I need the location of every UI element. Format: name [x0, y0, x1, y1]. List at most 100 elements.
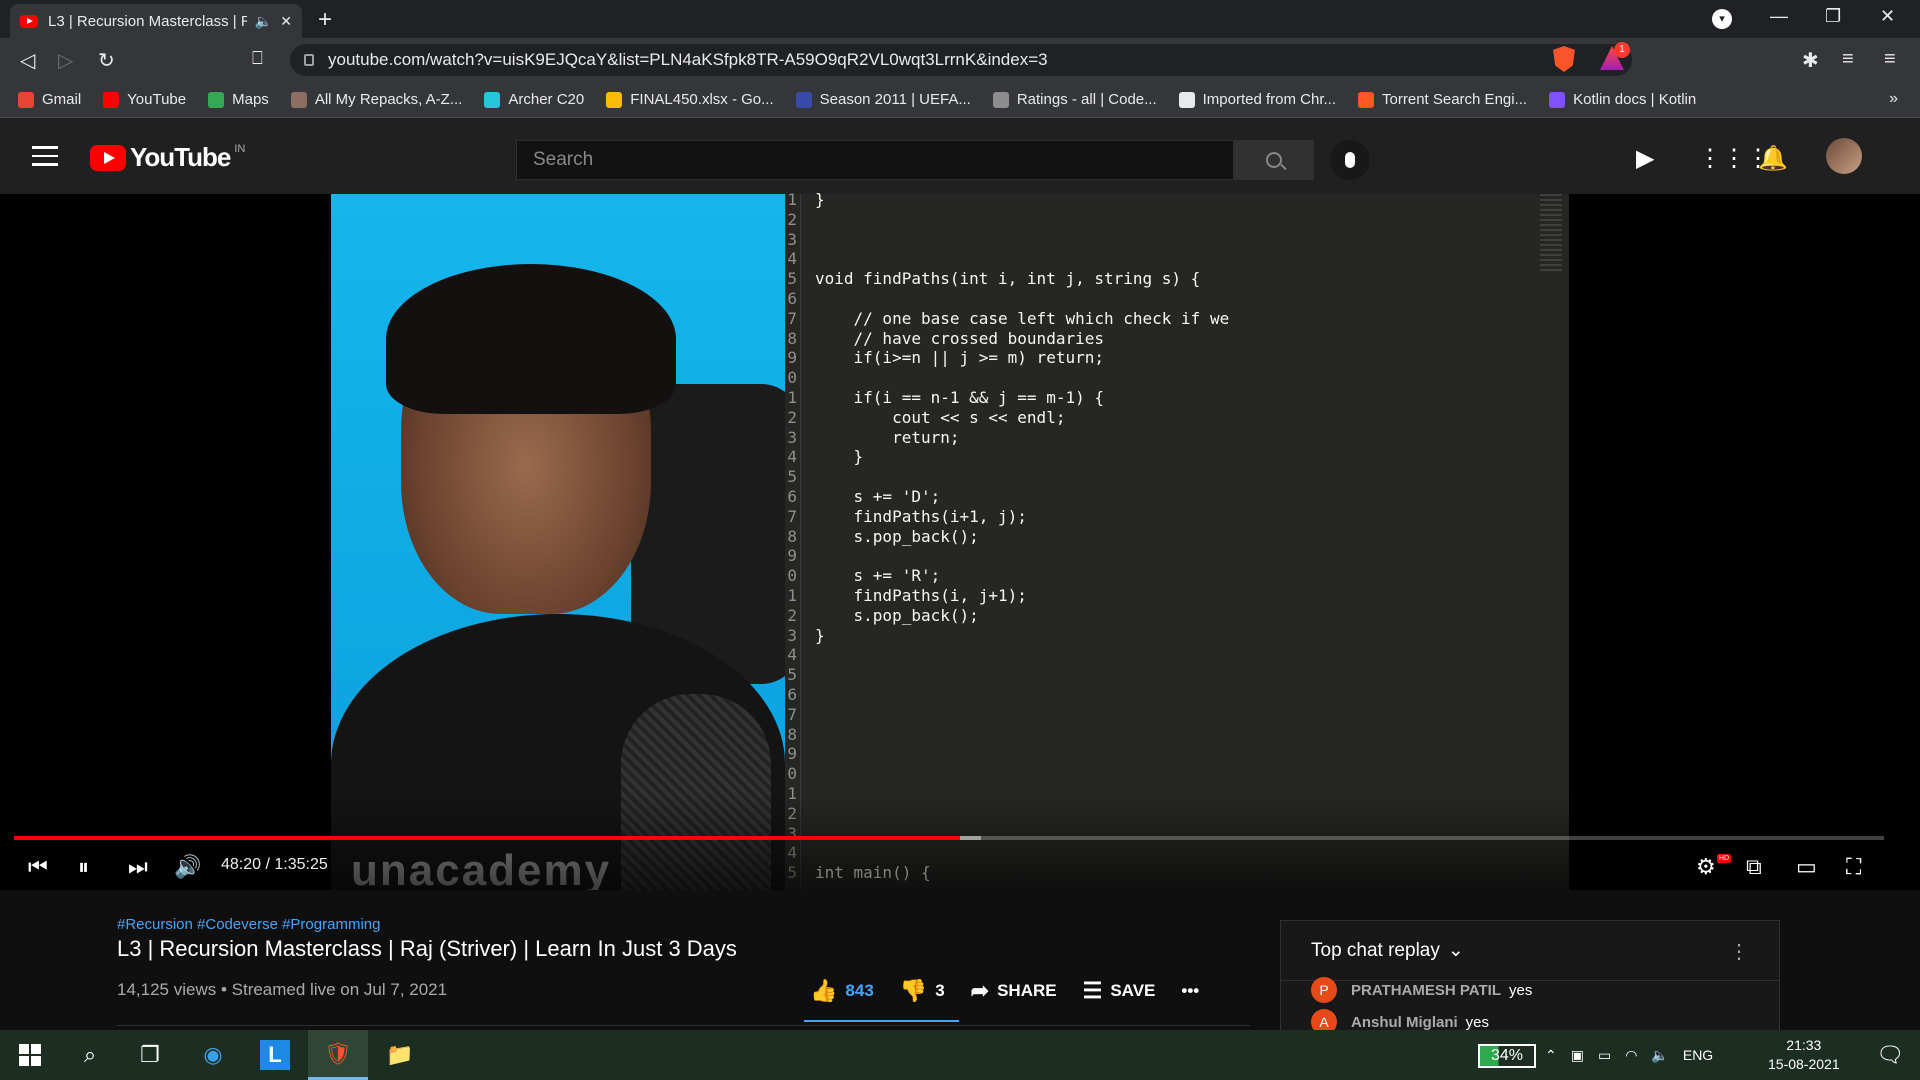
fullscreen-icon[interactable]: ⛶ [1846, 854, 1861, 880]
restore-button[interactable]: ❐ [1825, 6, 1841, 27]
search-taskbar-icon[interactable]: ⌕ [60, 1030, 120, 1080]
next-icon[interactable]: ⏭ [128, 854, 148, 880]
bookmark-item[interactable]: Kotlin docs | Kotlin [1549, 91, 1696, 108]
chat-text: yes [1465, 1013, 1490, 1031]
file-explorer-icon[interactable]: 📁 [370, 1030, 430, 1080]
notifications-bell-icon[interactable]: 🔔 [1758, 144, 1788, 173]
minimize-button[interactable]: — [1770, 6, 1788, 27]
line-number: 0 [787, 368, 797, 388]
volume-icon[interactable]: 🔊 [174, 854, 201, 880]
editor-minimap [1540, 194, 1562, 274]
line-number: 1 [787, 586, 797, 605]
previous-icon[interactable]: ⏮ [28, 854, 48, 880]
line-number: 6 [787, 685, 797, 704]
tray-icons[interactable]: ⌃ ▣ ▭ ◠ 🔈 ENG [1545, 1030, 1713, 1080]
notification-center-icon[interactable]: 🗨 [1860, 1030, 1920, 1080]
language-indicator[interactable]: ENG [1683, 1047, 1713, 1063]
wifi-icon[interactable]: ◠ [1625, 1047, 1637, 1064]
theater-mode-icon[interactable]: ▭ [1796, 854, 1817, 880]
chat-more-icon[interactable]: ⋮ [1729, 939, 1749, 964]
back-icon[interactable]: ◁ [20, 48, 35, 73]
save-label: SAVE [1110, 981, 1156, 1000]
bookmark-favicon-icon [208, 91, 225, 108]
progress-bar[interactable] [14, 836, 1884, 840]
line-number: 2 [787, 605, 797, 625]
brave-browser-icon[interactable]: 🛡 [308, 1030, 368, 1080]
voice-search-button[interactable] [1330, 140, 1370, 180]
share-button[interactable]: ➦ SHARE [971, 978, 1057, 1004]
add-to-playlist-icon: ☰ [1082, 978, 1103, 1003]
line-number: 5 [787, 467, 797, 487]
dislike-button[interactable]: 👎 3 [900, 978, 945, 1004]
youtube-logo[interactable]: YouTube IN [90, 142, 245, 173]
more-actions-icon[interactable]: ••• [1181, 981, 1199, 1001]
line-number: 8 [787, 526, 797, 546]
clock-time: 21:33 [1786, 1037, 1822, 1053]
forward-icon[interactable]: ▷ [58, 48, 73, 73]
code-line: 5 [785, 665, 815, 685]
system-clock[interactable]: 21:33 15-08-2021 [1768, 1036, 1840, 1074]
youtube-header: YouTube IN Search ▶ ⋮⋮⋮ 🔔 [0, 118, 1920, 194]
bookmark-item[interactable]: All My Repacks, A-Z... [290, 91, 462, 108]
bookmark-item[interactable]: Ratings - all | Code... [992, 91, 1157, 108]
address-bar[interactable]: youtube.com/watch?v=uisK9EJQcaY&list=PLN… [290, 44, 1632, 76]
video-hashtags[interactable]: #Recursion #Codeverse #Programming [117, 916, 380, 933]
guide-menu-icon[interactable] [32, 146, 58, 166]
system-tray-icon[interactable]: ⌃ [1545, 1047, 1557, 1064]
device-icon[interactable]: ▣ [1571, 1047, 1584, 1064]
new-tab-button[interactable]: + [318, 6, 332, 34]
code-text: // one base case left which check if we [815, 308, 1230, 328]
code-text: if(i>=n || j >= m) return; [815, 348, 1104, 368]
bookmarks-overflow-icon[interactable]: » [1889, 90, 1898, 108]
search-input[interactable]: Search [516, 140, 1234, 180]
settings-gear-icon[interactable]: ⚙ [1696, 854, 1716, 880]
code-line: 7 // one base case left which check if w… [785, 309, 1229, 329]
code-line: 4 } [785, 447, 863, 467]
code-line: 9 [785, 744, 815, 764]
bookmark-item[interactable]: Gmail [18, 91, 81, 108]
like-button[interactable]: 👍 843 [810, 978, 874, 1004]
search-button[interactable] [1234, 140, 1314, 180]
code-line: 2 cout << s << endl; [785, 408, 1065, 428]
tab-close-icon[interactable]: ✕ [280, 13, 292, 30]
progress-played [14, 836, 961, 840]
create-video-icon[interactable]: ▶ [1636, 144, 1654, 173]
bookmark-label: Season 2011 | UEFA... [819, 91, 971, 108]
edge-browser-icon[interactable]: ◉ [183, 1030, 243, 1080]
bookmark-label: Torrent Search Engi... [1382, 91, 1528, 108]
bookmark-label: YouTube [127, 91, 187, 108]
start-button[interactable] [0, 1030, 60, 1080]
bookmark-item[interactable]: Torrent Search Engi... [1358, 91, 1527, 108]
account-avatar[interactable] [1826, 138, 1862, 174]
miniplayer-icon[interactable]: ⧉ [1746, 854, 1762, 880]
save-button[interactable]: ☰ SAVE [1083, 978, 1156, 1004]
bookmark-item[interactable]: YouTube [103, 91, 186, 108]
bookmark-item[interactable]: Season 2011 | UEFA... [795, 91, 971, 108]
playlist-icon[interactable]: ≡ [1842, 48, 1854, 71]
chat-header[interactable]: Top chat replay ⌄ [1281, 921, 1779, 981]
bookmark-item[interactable]: FINAL450.xlsx - Go... [606, 91, 774, 108]
pause-icon[interactable]: ⏸ [78, 854, 89, 880]
tab-search-icon[interactable]: ▾ [1712, 9, 1732, 29]
power-icon[interactable]: ▭ [1598, 1047, 1611, 1064]
code-line: 2 [785, 210, 815, 230]
line-number: 7 [787, 704, 797, 724]
battery-indicator[interactable]: 34% [1478, 1044, 1536, 1068]
bookmark-icon[interactable]: ⎕ [252, 48, 263, 69]
task-view-icon[interactable]: ❐ [120, 1030, 180, 1080]
reload-icon[interactable]: ↻ [98, 48, 115, 73]
menu-icon[interactable]: ≡ [1884, 48, 1896, 71]
bookmark-item[interactable]: Imported from Chr... [1178, 91, 1336, 108]
tab-audio-icon[interactable]: 🔈 [255, 13, 272, 30]
browser-tab[interactable]: L3 | Recursion Masterclass | R 🔈 ✕ [10, 4, 302, 38]
app-l-icon[interactable]: L [245, 1030, 305, 1080]
extensions-icon[interactable]: ✱ [1802, 48, 1819, 73]
windows-taskbar: ⌕ ❐ ◉ L 🛡 📁 34% ⌃ ▣ ▭ ◠ 🔈 ENG 21:33 15-0… [0, 1030, 1920, 1080]
close-window-button[interactable]: ✕ [1880, 6, 1895, 27]
bookmark-item[interactable]: Maps [208, 91, 269, 108]
speaker-icon[interactable]: 🔈 [1651, 1047, 1668, 1064]
bookmark-item[interactable]: Archer C20 [484, 91, 584, 108]
video-player[interactable]: unacademy 1}2345void findPaths(int i, in… [0, 190, 1920, 890]
code-line: 8 s.pop_back(); [785, 526, 978, 547]
line-number: 8 [787, 328, 797, 348]
